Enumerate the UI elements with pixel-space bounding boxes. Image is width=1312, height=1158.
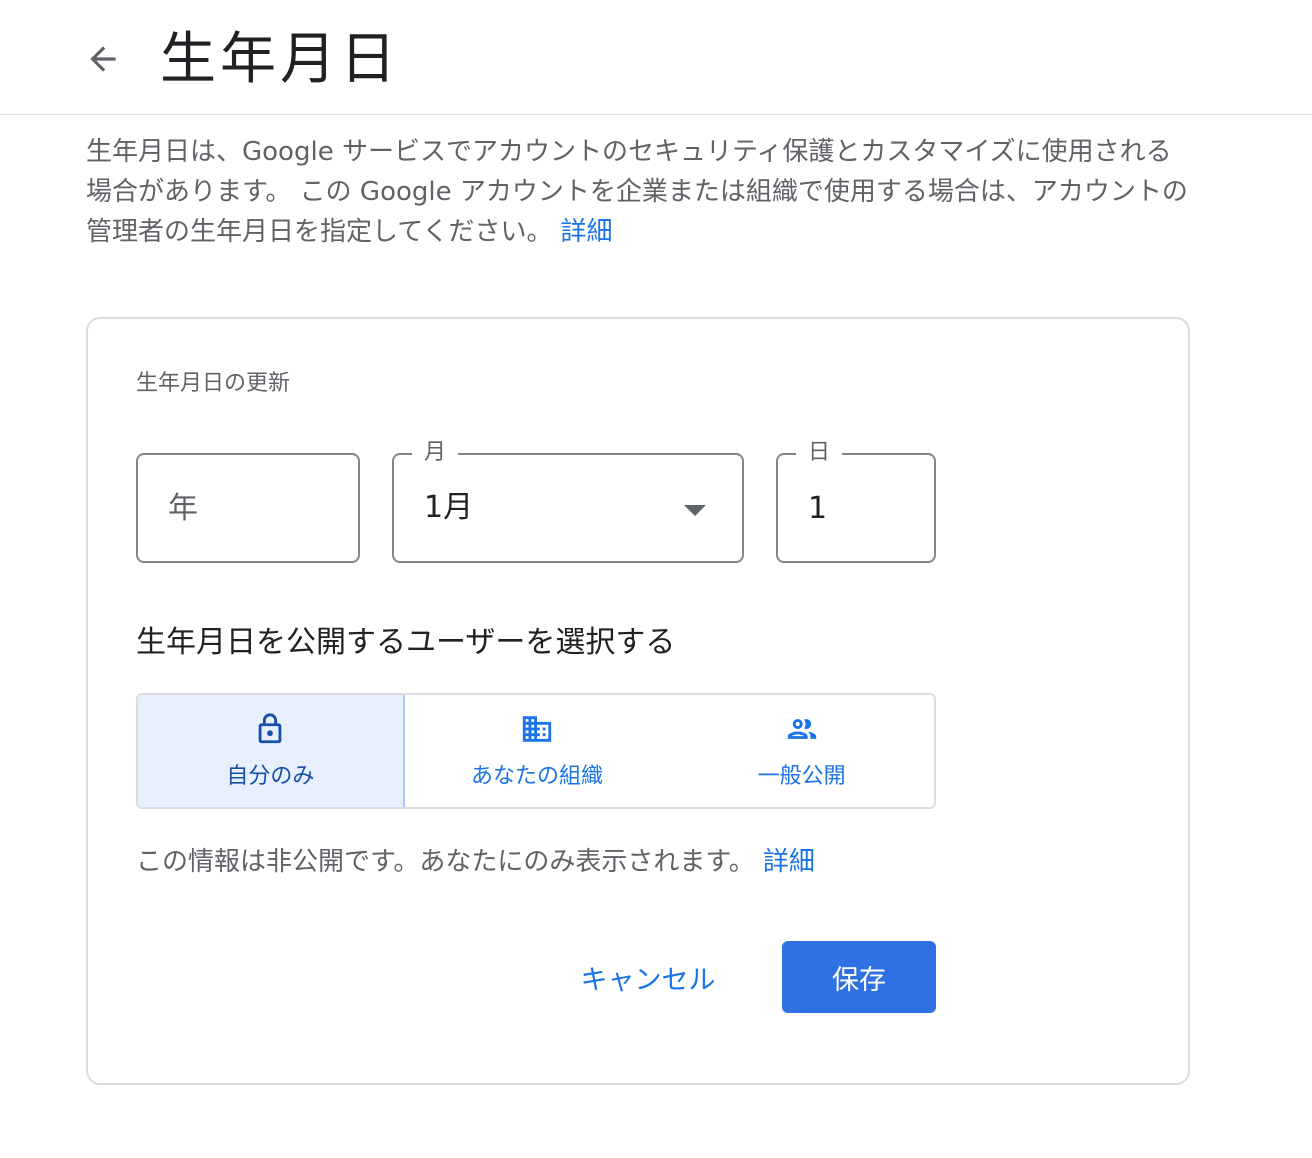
visibility-option-organization[interactable]: あなたの組織 [405, 695, 670, 807]
section-label: 生年月日の更新 [136, 371, 291, 396]
month-value: 1月 [424, 490, 474, 525]
cancel-button[interactable]: キャンセル [562, 941, 734, 1013]
arrow-back-icon [84, 40, 122, 82]
year-input[interactable] [168, 455, 328, 561]
day-input[interactable] [808, 455, 904, 561]
visibility-selector: 自分のみ あなたの組織 一般公開 [136, 693, 936, 809]
day-field[interactable]: 日 [776, 439, 936, 563]
people-icon [783, 712, 821, 746]
month-select[interactable]: 月 1月 [392, 439, 744, 563]
privacy-note: この情報は非公開です。あなたにのみ表示されます。 詳細 [136, 841, 815, 878]
year-field[interactable] [136, 453, 360, 563]
dropdown-arrow-icon [684, 505, 706, 516]
visibility-heading: 生年月日を公開するユーザーを選択する [136, 625, 676, 660]
domain-icon [520, 712, 554, 746]
page-description: 生年月日は、Google サービスでアカウントのセキュリティ保護とカスタマイズに… [86, 132, 1196, 252]
privacy-note-text: この情報は非公開です。あなたにのみ表示されます。 [136, 847, 755, 877]
visibility-option-only-me[interactable]: 自分のみ [138, 695, 405, 807]
page-header: 生年月日 [0, 0, 1312, 115]
page-title: 生年月日 [160, 27, 400, 92]
back-button[interactable] [78, 38, 128, 84]
learn-more-link[interactable]: 詳細 [560, 217, 612, 247]
visibility-option-label: あなたの組織 [471, 764, 604, 789]
lock-icon [253, 712, 287, 746]
save-button[interactable]: 保存 [782, 941, 936, 1013]
description-text: 生年月日は、Google サービスでアカウントのセキュリティ保護とカスタマイズに… [86, 137, 1188, 247]
privacy-learn-more-link[interactable]: 詳細 [763, 847, 815, 877]
birthday-card: 生年月日の更新 月 1月 日 生年月日を公開するユーザーを選択する 自分のみ [86, 317, 1190, 1085]
visibility-option-label: 一般公開 [757, 764, 846, 789]
visibility-option-public[interactable]: 一般公開 [669, 695, 934, 807]
visibility-option-label: 自分のみ [226, 764, 315, 789]
